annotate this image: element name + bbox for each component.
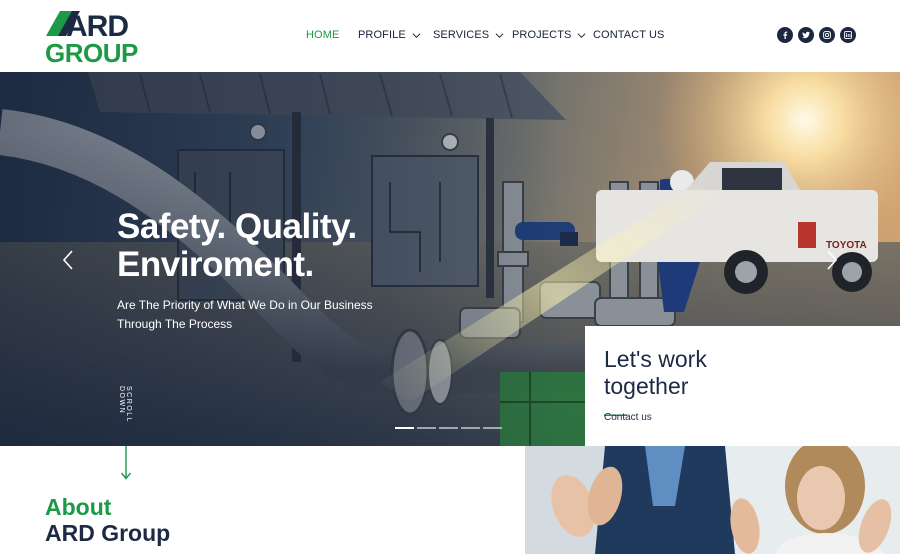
nav-contact-us[interactable]: CONTACT US [593, 27, 673, 43]
nav-profile-label: PROFILE [358, 29, 406, 41]
slider-dot-2[interactable] [417, 427, 436, 429]
slider-dot-3[interactable] [439, 427, 458, 429]
nav-home[interactable]: HOME [306, 27, 358, 43]
slider-dot-1[interactable] [395, 427, 414, 429]
hero-subtitle: Are The Priority of What We Do in Our Bu… [117, 296, 377, 334]
team-applause-photo [525, 446, 900, 554]
scroll-down-indicator[interactable]: SCROLL DOWN [118, 386, 132, 446]
next-slide-arrow-icon[interactable] [822, 248, 842, 272]
previous-slide-arrow-icon[interactable] [58, 248, 78, 272]
nav-projects-label: PROJECTS [512, 29, 572, 41]
hero-title-line-1: Safety. Quality. [117, 207, 357, 246]
nav-services-label: SERVICES [433, 29, 490, 41]
site-header: ARD GROUP HOME PROFILE SERVICES PROJECTS… [0, 0, 900, 72]
nav-profile[interactable]: PROFILE [358, 27, 433, 43]
slider-dot-5[interactable] [483, 427, 502, 429]
chevron-down-icon [412, 32, 421, 38]
about-heading-line-1: About [45, 494, 112, 520]
about-heading-line-2: ARD Group [45, 520, 171, 546]
arrow-down-icon[interactable] [120, 446, 132, 480]
hero-subtitle-line-2: Through The Process [117, 317, 233, 331]
scroll-down-label: SCROLL DOWN [118, 386, 132, 423]
linkedin-icon[interactable] [840, 27, 856, 43]
social-links [777, 27, 856, 43]
ard-group-logo[interactable]: ARD GROUP [44, 8, 162, 64]
work-card-title-line-1: Let's work [604, 346, 707, 372]
chevron-down-icon [578, 32, 586, 38]
logo-text-group: GROUP [45, 38, 138, 64]
hero-title-line-2: Enviroment. [117, 245, 314, 284]
chevron-down-icon [495, 32, 504, 38]
slider-dot-4[interactable] [461, 427, 480, 429]
work-card-title-line-2: together [604, 373, 689, 399]
hero-title: Safety. Quality. Enviroment. [117, 208, 437, 284]
nav-services[interactable]: SERVICES [433, 27, 512, 43]
about-heading: About ARD Group [45, 494, 170, 546]
hero-subtitle-line-1: Are The Priority of What We Do in Our Bu… [117, 298, 373, 312]
instagram-icon[interactable] [819, 27, 835, 43]
nav-contact-us-label: CONTACT US [593, 29, 665, 41]
slider-pagination [395, 427, 502, 429]
lets-work-together-card: Let's work together — Contact us [585, 326, 900, 446]
facebook-icon[interactable] [777, 27, 793, 43]
twitter-icon[interactable] [798, 27, 814, 43]
contact-us-link[interactable]: Contact us [604, 412, 652, 423]
nav-projects[interactable]: PROJECTS [512, 27, 593, 43]
nav-home-label: HOME [306, 29, 340, 41]
main-nav: HOME PROFILE SERVICES PROJECTS CONTACT U… [306, 27, 673, 43]
